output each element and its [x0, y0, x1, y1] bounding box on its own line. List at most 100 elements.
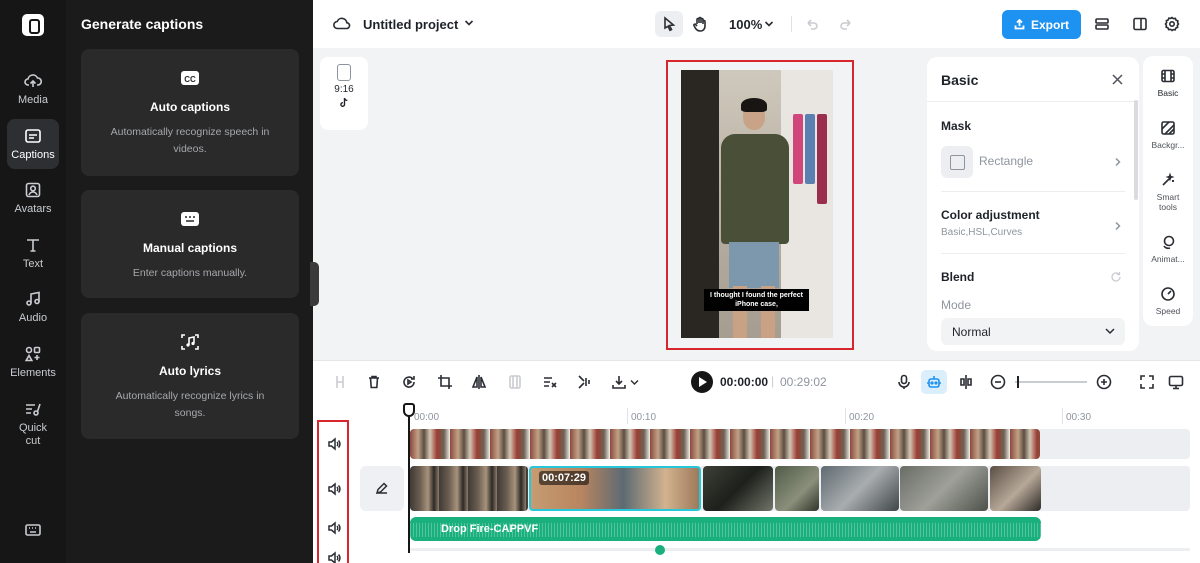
chevron-down-icon[interactable]: [630, 379, 639, 386]
playhead-handle[interactable]: [403, 403, 415, 417]
panel-collapse-handle[interactable]: [310, 262, 319, 306]
panel-title: Generate captions: [81, 16, 204, 32]
video-clip[interactable]: [410, 466, 528, 511]
props-title: Basic: [941, 72, 979, 88]
export-icon: [1014, 19, 1025, 30]
video-clip[interactable]: [821, 466, 899, 511]
rail-item-label: Avatars: [14, 202, 52, 215]
edit-cover-button[interactable]: [360, 466, 404, 511]
video-clip[interactable]: [990, 466, 1041, 511]
rail-item-avatars[interactable]: Avatars: [7, 173, 59, 223]
timeline-scrollbar[interactable]: [410, 548, 1190, 551]
quick-cut-icon: [26, 403, 41, 416]
divider: [927, 101, 1139, 102]
playhead[interactable]: [408, 410, 410, 553]
manual-captions-card[interactable]: Manual captions Enter captions manually.: [81, 190, 299, 298]
close-icon[interactable]: [1111, 73, 1124, 86]
timeline-zoom-slider[interactable]: [1015, 381, 1087, 383]
video-person-hair: [741, 98, 767, 112]
rail-item-media[interactable]: Media: [7, 64, 59, 114]
mini-tab-animation[interactable]: Animat...: [1143, 234, 1193, 264]
volume-icon[interactable]: [327, 437, 341, 451]
total-time: 00:29:02: [780, 375, 827, 389]
flip-icon[interactable]: [471, 374, 487, 390]
app-logo[interactable]: [22, 14, 44, 36]
mini-tab-speed[interactable]: Speed: [1143, 286, 1193, 316]
select-tool-button[interactable]: [655, 11, 683, 37]
project-title[interactable]: Untitled project: [363, 17, 458, 32]
screen-icon[interactable]: [1168, 374, 1184, 390]
keyboard-shortcuts-button[interactable]: [7, 510, 59, 554]
rail-item-quick-cut[interactable]: Quick cut: [7, 396, 59, 452]
color-adjustment-title[interactable]: Color adjustment: [941, 208, 1040, 222]
keyboard-icon: [25, 524, 41, 536]
volume-icon[interactable]: [327, 551, 341, 563]
top-bar: Untitled project 100% Export: [313, 0, 1200, 48]
divider: [941, 253, 1125, 254]
fullscreen-icon[interactable]: [1139, 374, 1155, 390]
gear-icon: [1164, 16, 1180, 32]
film-icon: [1161, 69, 1175, 83]
ai-assist-button[interactable]: [921, 370, 947, 394]
timeline-zoom-knob[interactable]: [1017, 376, 1019, 388]
split-icon[interactable]: [332, 374, 348, 390]
zoom-in-icon[interactable]: [1096, 374, 1112, 390]
mask-value[interactable]: Rectangle: [979, 154, 1033, 168]
video-clip[interactable]: [775, 466, 819, 511]
video-clip[interactable]: [900, 466, 988, 511]
video-preview[interactable]: I thought I found the perfect iPhone cas…: [681, 70, 833, 338]
hand-tool-button[interactable]: [686, 11, 714, 37]
time-separator: |: [771, 374, 775, 388]
left-rail: Media Captions Avatars Text Audio Elemen…: [0, 0, 66, 563]
video-clip[interactable]: [703, 466, 773, 511]
zoom-level[interactable]: 100%: [729, 17, 762, 32]
timeline-toolbar: 00:00:00 | 00:29:02: [313, 360, 1200, 402]
video-caption[interactable]: I thought I found the perfect iPhone cas…: [704, 289, 809, 311]
replace-icon[interactable]: [401, 374, 417, 390]
rail-item-captions[interactable]: Captions: [7, 119, 59, 169]
rail-item-label: Quick cut: [18, 422, 48, 447]
freeze-icon[interactable]: [507, 374, 523, 390]
cloud-upload-icon: [24, 73, 42, 87]
chevron-down-icon[interactable]: [764, 19, 774, 29]
timeline-scroll-knob[interactable]: [655, 545, 665, 555]
auto-lyrics-card[interactable]: Auto lyrics Automatically recognize lyri…: [81, 313, 299, 439]
mini-tab-background[interactable]: Backgr...: [1143, 120, 1193, 150]
download-icon[interactable]: [611, 374, 627, 390]
zoom-out-icon[interactable]: [990, 374, 1006, 390]
ruler-tick: [627, 408, 628, 424]
chevron-down-icon[interactable]: [464, 17, 474, 29]
volume-icon[interactable]: [327, 521, 341, 535]
card-title: Auto captions: [150, 100, 230, 114]
undo-button[interactable]: [798, 11, 826, 37]
rail-item-label: Media: [18, 93, 48, 106]
mini-tab-basic[interactable]: Basic: [1143, 68, 1193, 98]
export-button[interactable]: Export: [1002, 10, 1081, 39]
delete-icon[interactable]: [366, 374, 382, 390]
auto-captions-card[interactable]: CC Auto captions Automatically recognize…: [81, 49, 299, 176]
rail-item-text[interactable]: Text: [7, 228, 59, 278]
redo-button[interactable]: [832, 11, 860, 37]
props-scrollbar[interactable]: [1134, 100, 1138, 200]
smart-cut-icon[interactable]: [577, 374, 593, 390]
reset-icon[interactable]: [1110, 271, 1122, 283]
speed-adjust-icon[interactable]: [542, 374, 558, 390]
crop-icon[interactable]: [437, 374, 453, 390]
chevron-right-icon[interactable]: [1114, 157, 1122, 167]
rail-item-elements[interactable]: Elements: [7, 337, 59, 387]
play-button[interactable]: [691, 371, 713, 393]
mini-tab-smart-tools[interactable]: Smart tools: [1143, 172, 1193, 212]
overlay-clip[interactable]: [410, 429, 1040, 459]
layout-button[interactable]: [1126, 11, 1154, 37]
settings-button[interactable]: [1158, 11, 1186, 37]
aspect-ratio-card[interactable]: 9:16: [320, 57, 368, 130]
ruler-label: 00:10: [631, 412, 657, 423]
pointer-icon: [664, 16, 676, 32]
volume-icon[interactable]: [327, 482, 341, 496]
rail-item-audio[interactable]: Audio: [7, 282, 59, 332]
chevron-right-icon[interactable]: [1114, 221, 1122, 231]
split-screen-icon[interactable]: [958, 374, 974, 390]
blend-mode-select[interactable]: Normal: [941, 318, 1125, 345]
microphone-icon[interactable]: [896, 374, 912, 390]
layers-button[interactable]: [1088, 11, 1116, 37]
